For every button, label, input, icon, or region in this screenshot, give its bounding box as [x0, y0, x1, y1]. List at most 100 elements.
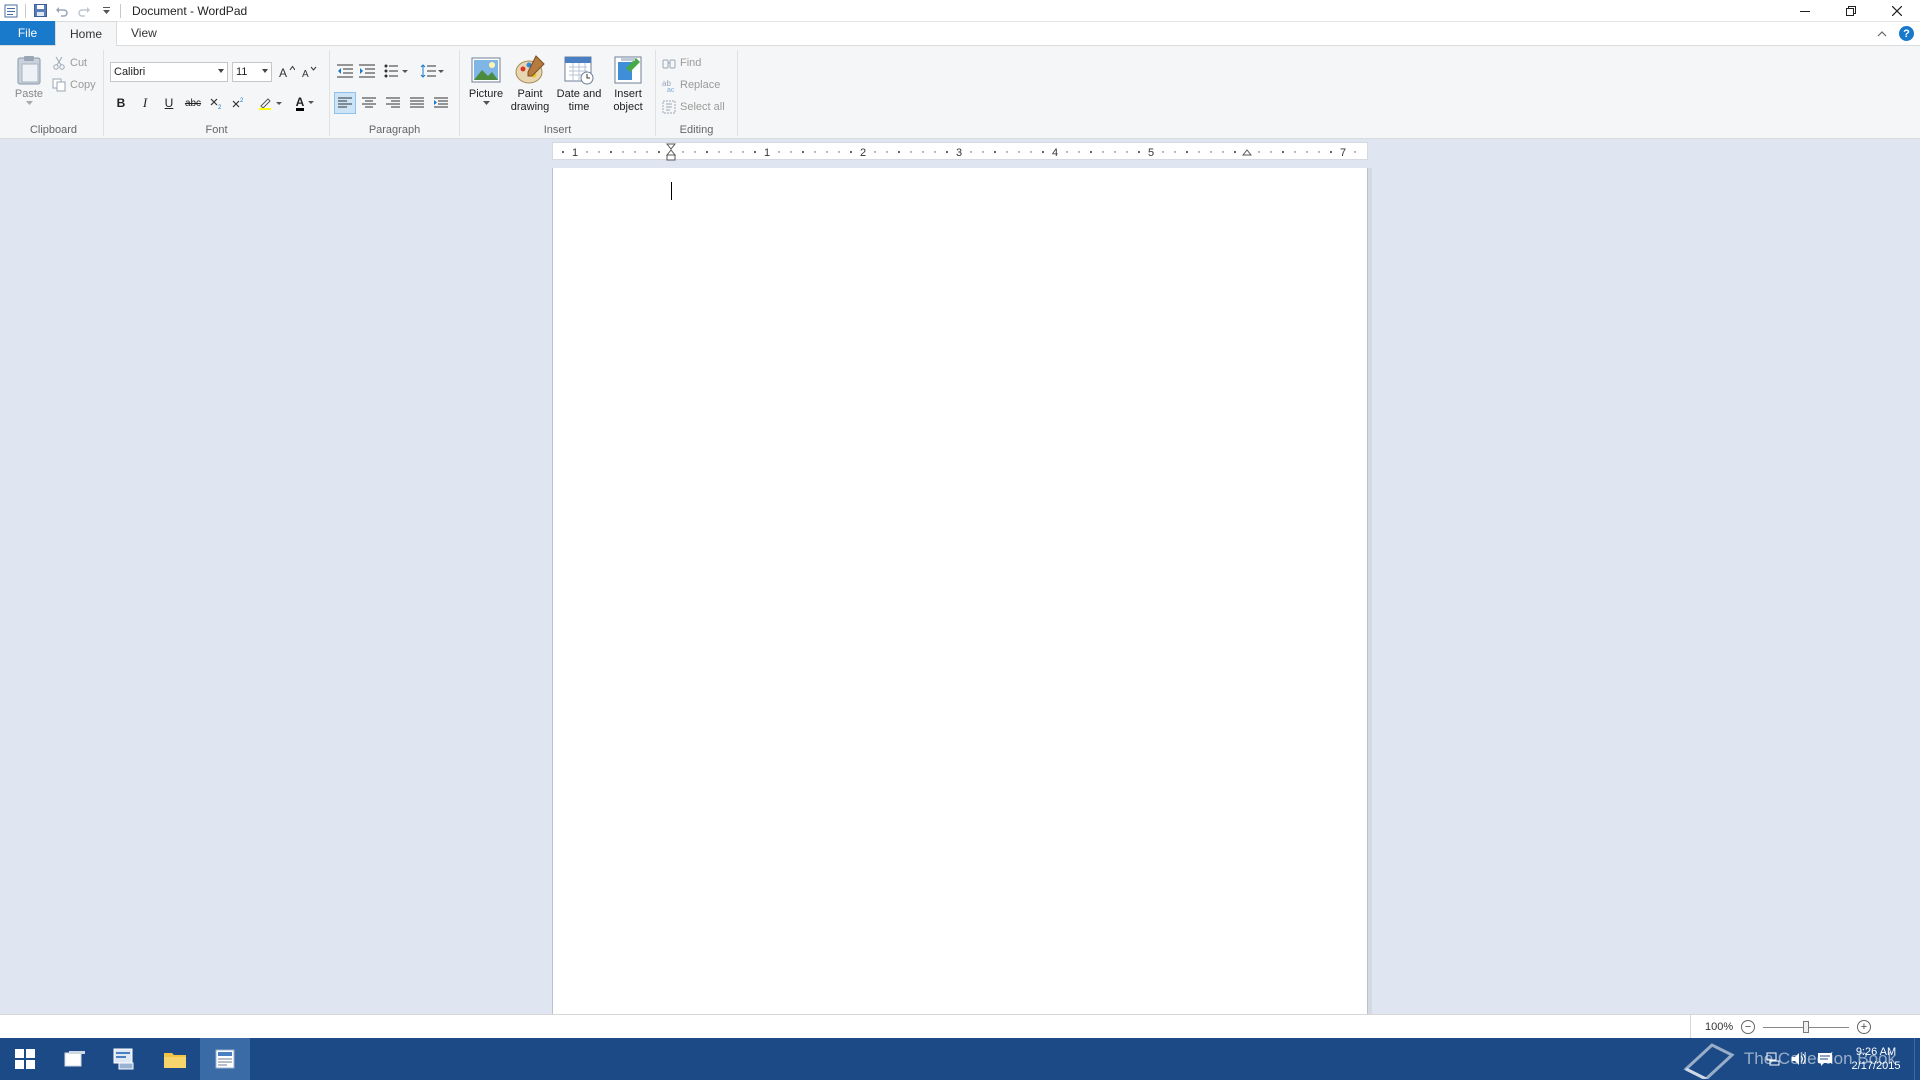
grow-font-button[interactable]: A [276, 61, 298, 83]
bold-button[interactable]: B [110, 92, 132, 114]
ruler-tick [682, 151, 684, 153]
restore-button[interactable] [1828, 0, 1874, 22]
decrease-indent-button[interactable] [334, 60, 356, 82]
paste-button[interactable]: Paste [8, 54, 50, 106]
shrink-font-button[interactable]: A [298, 61, 320, 83]
align-left-button[interactable] [334, 92, 356, 114]
tab-view[interactable]: View [117, 21, 171, 45]
paste-dropdown-icon[interactable] [25, 101, 33, 106]
insert-group: Picture Paint drawing Date and time Inse… [460, 50, 656, 136]
start-button[interactable] [0, 1038, 50, 1080]
save-icon[interactable] [29, 0, 51, 22]
align-center-icon [362, 97, 376, 108]
horizontal-ruler[interactable]: 1 1 2 3 4 5 7 [552, 142, 1368, 161]
wordpad-app-icon[interactable] [0, 0, 22, 22]
customize-qat-icon[interactable] [95, 0, 117, 22]
right-indent-marker[interactable] [1241, 149, 1253, 156]
strikethrough-button[interactable]: abc [182, 92, 204, 114]
ruler-tick [1185, 150, 1189, 154]
svg-text:2: 2 [218, 105, 222, 110]
ruler-tick [970, 151, 972, 153]
network-icon[interactable] [1760, 1038, 1786, 1080]
subscript-button[interactable]: 2 [206, 92, 228, 114]
find-button[interactable]: Find [662, 56, 701, 70]
zoom-controls: 100% − + [1690, 1015, 1920, 1039]
taskbar-file-explorer[interactable] [150, 1038, 200, 1080]
help-icon[interactable]: ? [1899, 26, 1914, 41]
copy-button[interactable]: Copy [52, 78, 96, 92]
ruler-tick [1162, 151, 1164, 153]
minimize-button[interactable] [1782, 0, 1828, 22]
zoom-out-button[interactable]: − [1741, 1020, 1755, 1034]
zoom-level[interactable]: 100% [1705, 1021, 1741, 1033]
paste-label: Paste [14, 88, 44, 100]
taskbar-server-manager[interactable] [100, 1038, 150, 1080]
paragraph-settings-button[interactable] [430, 92, 452, 114]
paint-drawing-label-2: drawing [510, 101, 550, 113]
align-center-button[interactable] [358, 92, 380, 114]
tab-home[interactable]: Home [55, 21, 118, 46]
zoom-in-button[interactable]: + [1857, 1020, 1871, 1034]
taskbar-wordpad[interactable] [200, 1038, 250, 1080]
taskbar: The Collection Book 9:26 AM 2/17/2015 [0, 1038, 1920, 1080]
calendar-clock-icon [564, 56, 594, 85]
select-all-button[interactable]: Select all [662, 100, 725, 114]
font-color-button[interactable]: A [290, 92, 320, 114]
justify-button[interactable] [406, 92, 428, 114]
ruler-tick [694, 151, 696, 153]
date-time-label-2: time [568, 101, 590, 113]
ruler-tick [934, 151, 936, 153]
task-view-button[interactable] [50, 1038, 100, 1080]
svg-text:ac: ac [667, 87, 675, 92]
copy-label: Copy [70, 79, 96, 91]
ruler-tick [1210, 151, 1212, 153]
ruler-tick [790, 151, 792, 153]
ruler-tick [897, 150, 901, 154]
ruler-tick [945, 150, 949, 154]
tab-file[interactable]: File [0, 21, 55, 45]
line-spacing-button[interactable] [418, 60, 448, 82]
paragraph-icon [434, 97, 448, 108]
font-size-select[interactable]: 11 [232, 62, 272, 82]
clock[interactable]: 9:26 AM 2/17/2015 [1838, 1045, 1914, 1073]
highlight-color-button[interactable] [256, 92, 286, 114]
cut-button[interactable]: Cut [52, 56, 87, 70]
quick-access-toolbar [0, 0, 124, 22]
ruler-number: 7 [1340, 147, 1346, 159]
clock-date: 2/17/2015 [1851, 1060, 1901, 1072]
ruler-tick [598, 151, 600, 153]
show-desktop-button[interactable] [1914, 1038, 1920, 1080]
minimize-ribbon-icon[interactable] [1877, 30, 1887, 38]
picture-icon [471, 57, 501, 83]
first-line-indent-marker[interactable] [665, 143, 677, 150]
justify-icon [410, 97, 424, 108]
book-logo-icon [1683, 1043, 1735, 1079]
chevron-down-icon [308, 101, 315, 104]
increase-indent-button[interactable] [356, 60, 378, 82]
clipboard-group: Paste Cut Copy Clipboard [4, 50, 104, 136]
volume-icon[interactable] [1786, 1038, 1812, 1080]
date-time-button[interactable]: Date and time [554, 54, 604, 114]
redo-icon[interactable] [73, 0, 95, 22]
insert-picture-button[interactable]: Picture [464, 54, 508, 106]
bullets-button[interactable] [382, 60, 412, 82]
document-page[interactable] [552, 168, 1372, 1014]
font-family-select[interactable]: Calibri [110, 62, 228, 82]
underline-button[interactable]: U [158, 92, 180, 114]
ruler-tick [874, 151, 876, 153]
zoom-slider-thumb[interactable] [1803, 1021, 1809, 1033]
insert-group-label: Insert [543, 124, 572, 136]
hanging-indent-marker[interactable] [665, 149, 677, 161]
superscript-button[interactable]: 2 [228, 92, 250, 114]
undo-icon[interactable] [51, 0, 73, 22]
notifications-icon[interactable] [1812, 1038, 1838, 1080]
align-right-button[interactable] [382, 92, 404, 114]
close-button[interactable] [1874, 0, 1920, 22]
task-view-icon [64, 1051, 85, 1067]
zoom-slider[interactable] [1763, 1020, 1849, 1034]
ribbon-tabs: File Home View ? [0, 21, 1920, 46]
italic-button[interactable]: I [134, 92, 156, 114]
replace-button[interactable]: ab ac Replace [662, 78, 720, 92]
paint-drawing-button[interactable]: Paint drawing [508, 54, 552, 114]
insert-object-button[interactable]: Insert object [606, 54, 650, 114]
